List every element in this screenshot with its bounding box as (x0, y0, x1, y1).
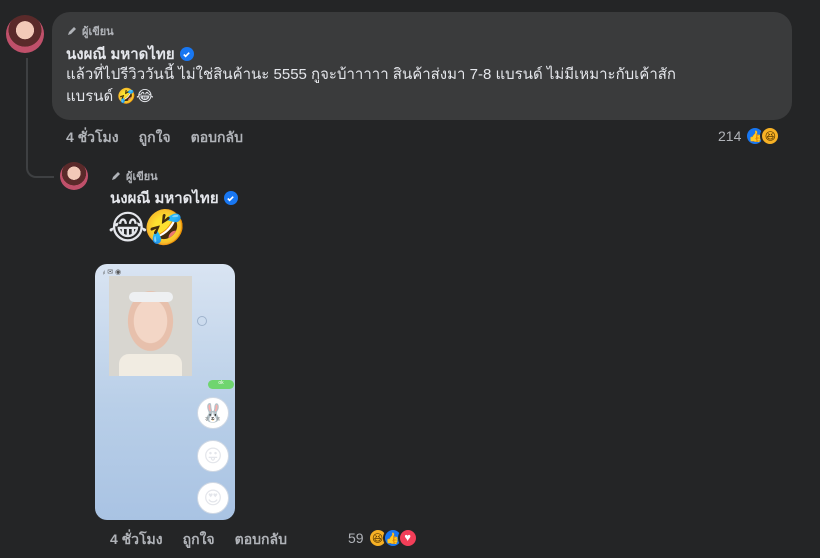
comment-text-line2: แบรนด์ 🤣😂 (66, 88, 154, 105)
author-badge: ผู้เขียน (66, 22, 114, 40)
like-button[interactable]: ถูกใจ (183, 529, 215, 551)
headband (129, 292, 173, 302)
pencil-icon (68, 27, 76, 35)
reply-button[interactable]: ตอบกลับ (191, 127, 243, 149)
pencil-icon (112, 172, 120, 180)
reply-button[interactable]: ตอบกลับ (235, 529, 287, 551)
author-name[interactable]: นงผณี มหาดไทย (110, 186, 238, 210)
comment-text: แล้วที่ไปรีวิววันนี้ ไม่ใช่สินค้านะ 5555… (66, 64, 786, 108)
haha-icon: 😆 (760, 126, 781, 146)
reaction-count: 214 (718, 128, 742, 144)
verified-check-icon (179, 47, 194, 61)
shirt (119, 354, 182, 376)
author-name[interactable]: นงผณี มหาดไทย (66, 42, 194, 66)
love-icon: ♥ (397, 528, 418, 548)
author-badge: ผู้เขียน (110, 167, 158, 185)
author-badge-label: ผู้เขียน (82, 26, 114, 38)
author-name-text[interactable]: นงผณี มหาดไทย (110, 186, 219, 210)
circle-icon (197, 316, 207, 326)
thread-connector (26, 150, 54, 178)
sticker-face-icon: 😛 (197, 440, 229, 472)
chat-bubble: ok (208, 380, 234, 389)
comment-time[interactable]: 4 ชั่วโมง (66, 127, 119, 149)
author-badge-label: ผู้เขียน (126, 171, 158, 183)
reply-time[interactable]: 4 ชั่วโมง (110, 529, 163, 551)
sticker-blush-icon: 😍 (197, 482, 229, 514)
avatar[interactable] (60, 162, 88, 190)
phone-status-bar: ᵢₗ ✉ ◉ (103, 269, 122, 276)
reaction-count: 59 (348, 530, 364, 546)
video-call-frame (109, 276, 192, 376)
comment-reactions[interactable]: 214 👍 😆 (718, 126, 781, 146)
comment-bubble: ผู้เขียน นงผณี มหาดไทย แล้วที่ไปรีวิววัน… (52, 12, 792, 120)
comment-actions: 4 ชั่วโมง ถูกใจ ตอบกลับ (66, 127, 243, 149)
reply-emojis: 😂🤣 (108, 209, 186, 247)
like-button[interactable]: ถูกใจ (139, 127, 171, 149)
comment-text-line1: แล้วที่ไปรีวิววันนี้ ไม่ใช่สินค้านะ 5555… (66, 66, 676, 83)
author-name-text[interactable]: นงผณี มหาดไทย (66, 42, 175, 66)
sticker-rabbit-icon: 🐰 (197, 397, 229, 429)
avatar[interactable] (6, 15, 44, 53)
photo-attachment[interactable]: ᵢₗ ✉ ◉ ok 🐰 😛 😍 (95, 264, 235, 520)
reply-reactions[interactable]: 59 😆 👍 ♥ (348, 528, 418, 548)
reply-actions: 4 ชั่วโมง ถูกใจ ตอบกลับ (110, 529, 287, 551)
verified-check-icon (223, 191, 238, 205)
